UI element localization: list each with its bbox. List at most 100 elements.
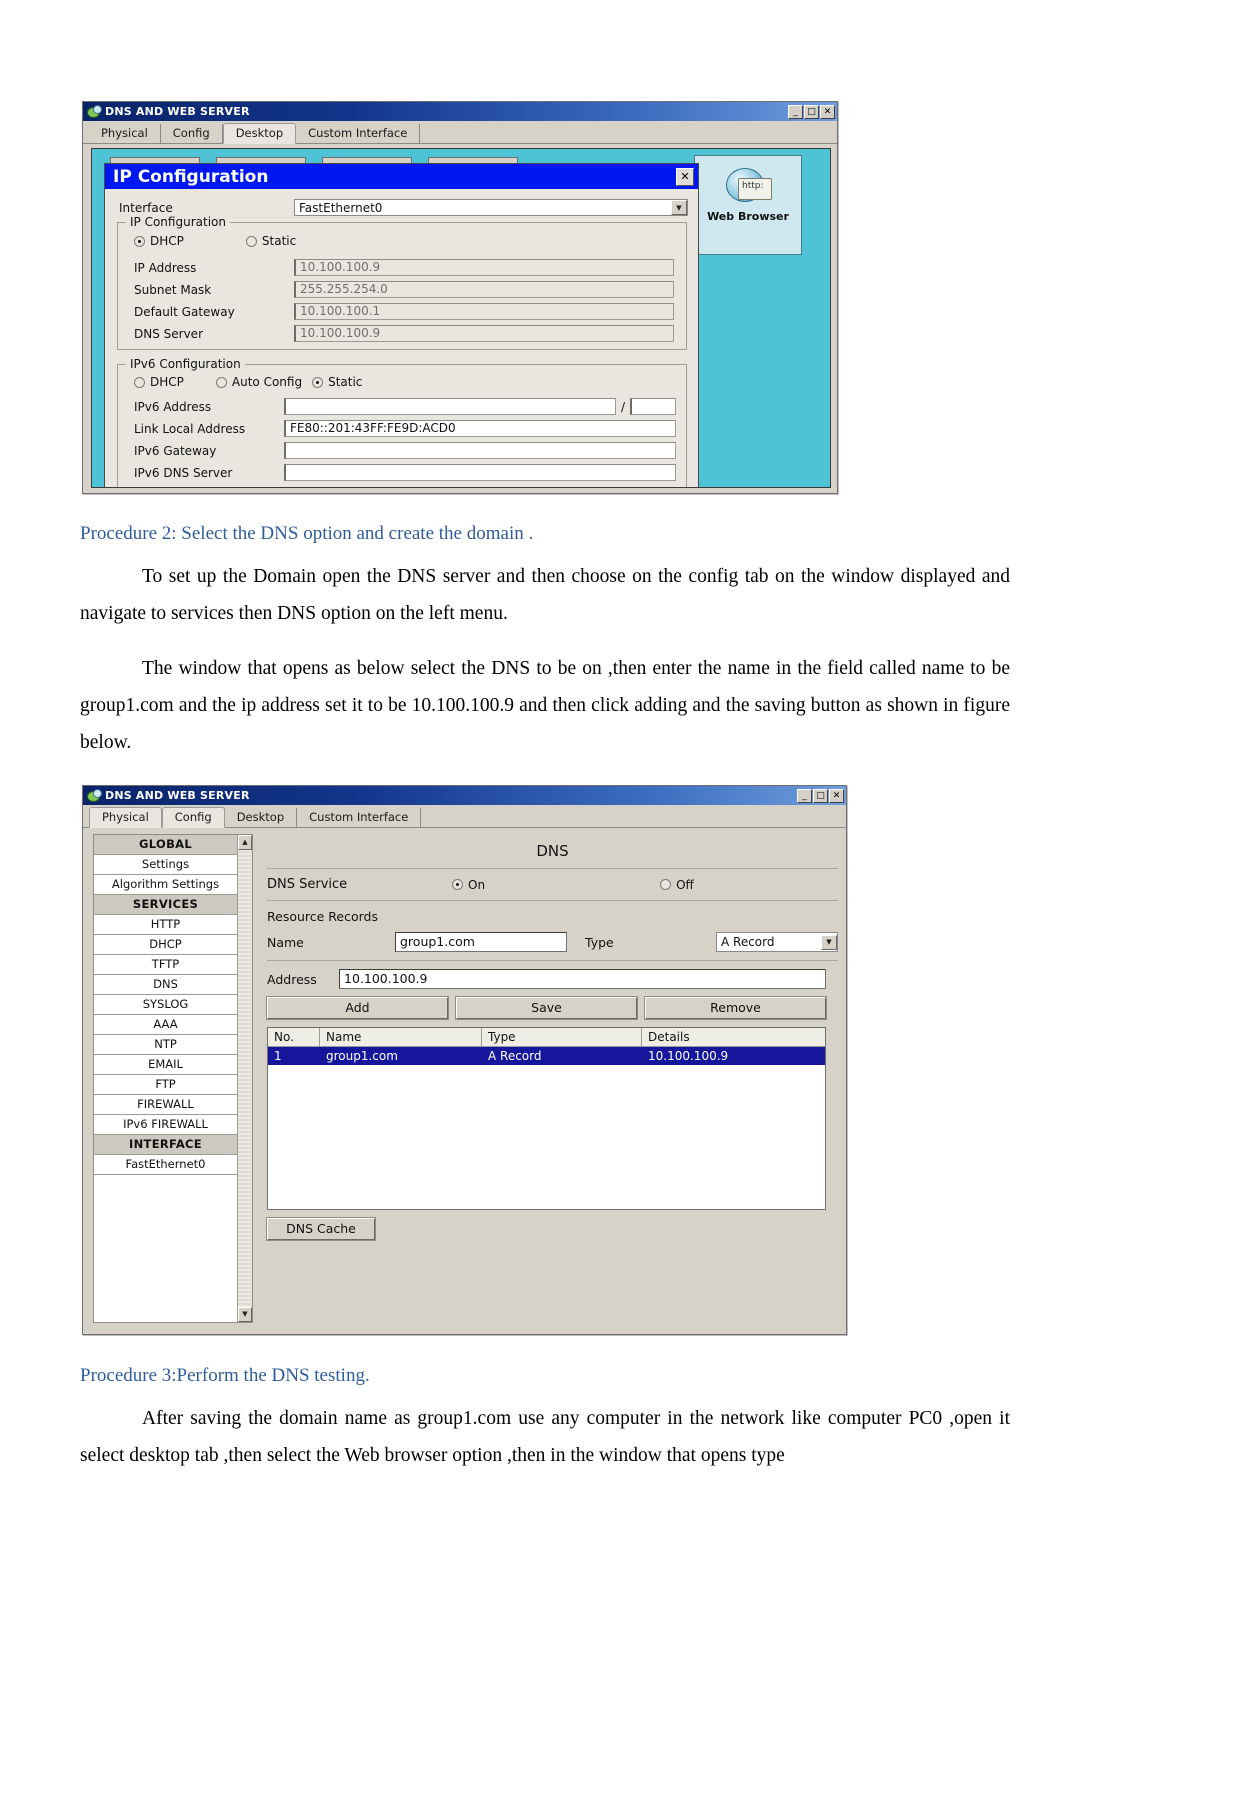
save-button[interactable]: Save	[455, 996, 638, 1020]
config-sidebar-list[interactable]: GLOBAL Settings Algorithm Settings SERVI…	[94, 835, 237, 1322]
panel-title: DNS	[536, 842, 569, 860]
sidebar-item-ntp[interactable]: NTP	[94, 1035, 237, 1055]
sidebar-item-tftp[interactable]: TFTP	[94, 955, 237, 975]
interface-row: Interface FastEthernet0 ▼	[119, 199, 688, 216]
sidebar-item-fastethernet0[interactable]: FastEthernet0	[94, 1155, 237, 1175]
dns-panel: DNS DNS Service On Off Resource Records	[266, 834, 838, 1323]
ipv6-configuration-group: IPv6 Configuration DHCP Auto Config Stat…	[117, 357, 687, 487]
column-header-no: No.	[268, 1028, 320, 1046]
ipv6-dns-server-field[interactable]	[284, 464, 676, 481]
web-browser-label: Web Browser	[707, 210, 789, 223]
ip-configuration-window[interactable]: DNS AND WEB SERVER _ □ ✕ Physical Config…	[82, 101, 838, 494]
sidebar-item-ipv6-firewall[interactable]: IPv6 FIREWALL	[94, 1115, 237, 1135]
divider	[267, 960, 838, 961]
sidebar-item-http[interactable]: HTTP	[94, 915, 237, 935]
radio-dot-icon	[134, 376, 145, 388]
scrollbar-track[interactable]	[238, 850, 252, 1307]
sidebar-item-email[interactable]: EMAIL	[94, 1055, 237, 1075]
sidebar-item-algorithm-settings[interactable]: Algorithm Settings	[94, 875, 237, 895]
radio-dot-icon	[312, 376, 324, 388]
window-titlebar[interactable]: DNS AND WEB SERVER _ □ ✕	[83, 102, 837, 121]
radio-ipv6-autoconfig[interactable]: Auto Config	[215, 375, 302, 389]
radio-dns-on[interactable]: On	[452, 878, 485, 892]
radio-ipv4-static[interactable]: Static	[245, 234, 297, 248]
window-title: DNS AND WEB SERVER	[105, 789, 250, 802]
dns-cache-button[interactable]: DNS Cache	[266, 1217, 376, 1241]
caption-buttons[interactable]: _ □ ✕	[797, 788, 844, 803]
tab-physical[interactable]: Physical	[89, 807, 162, 828]
maximize-icon[interactable]: □	[804, 104, 819, 119]
sidebar-item-syslog[interactable]: SYSLOG	[94, 995, 237, 1015]
dns-server-field[interactable]: 10.100.100.9	[294, 325, 674, 342]
radio-dns-off[interactable]: Off	[660, 878, 694, 892]
sidebar-item-ftp[interactable]: FTP	[94, 1075, 237, 1095]
tab-desktop[interactable]: Desktop	[224, 808, 298, 827]
default-gateway-field[interactable]: 10.100.100.1	[294, 303, 674, 320]
table-row[interactable]: 1 group1.com A Record 10.100.100.9	[268, 1047, 825, 1065]
ip-address-label: IP Address	[134, 260, 197, 275]
interface-select[interactable]: FastEthernet0 ▼	[294, 199, 688, 216]
caption-buttons[interactable]: _ □ ✕	[788, 104, 835, 119]
scroll-down-icon[interactable]: ▼	[238, 1307, 252, 1322]
type-value: A Record	[721, 935, 775, 949]
name-label: Name	[267, 934, 304, 950]
tab-custom-interface[interactable]: Custom Interface	[297, 808, 422, 827]
radio-ipv4-static-label: Static	[261, 234, 297, 248]
ip-configuration-dialog[interactable]: IP Configuration ✕ Interface FastEtherne…	[104, 163, 699, 487]
window-tabs[interactable]: Physical Config Desktop Custom Interface	[83, 121, 837, 144]
sidebar-item-dns[interactable]: DNS	[94, 975, 237, 995]
scroll-up-icon[interactable]: ▲	[238, 835, 252, 850]
web-browser-tile[interactable]: http: Web Browser	[694, 155, 802, 255]
cell-details: 10.100.100.9	[648, 1049, 729, 1063]
dns-config-window[interactable]: DNS AND WEB SERVER _ □ ✕ Physical Config…	[82, 785, 847, 1335]
type-select[interactable]: A Record ▼	[716, 932, 838, 952]
sidebar-scrollbar[interactable]: ▲ ▼	[237, 835, 252, 1322]
window-title: DNS AND WEB SERVER	[105, 105, 250, 118]
radio-ipv6-dhcp[interactable]: DHCP	[134, 375, 184, 389]
radio-ipv4-dhcp[interactable]: DHCP	[134, 234, 184, 248]
name-input[interactable]: group1.com	[395, 932, 567, 952]
radio-dot-icon	[452, 879, 463, 890]
sidebar-item-firewall[interactable]: FIREWALL	[94, 1095, 237, 1115]
minimize-icon[interactable]: _	[797, 788, 812, 803]
close-icon[interactable]: ✕	[829, 788, 844, 803]
ipv4-configuration-group: IP Configuration DHCP Static IP Address	[117, 215, 687, 350]
tab-custom-interface[interactable]: Custom Interface	[296, 124, 421, 143]
record-address-row: Address 10.100.100.9	[267, 969, 838, 989]
chevron-down-icon[interactable]: ▼	[821, 934, 837, 950]
procedure-2-heading: Procedure 2: Select the DNS option and c…	[80, 523, 534, 544]
tab-physical[interactable]: Physical	[89, 124, 161, 143]
sidebar-item-dhcp[interactable]: DHCP	[94, 935, 237, 955]
add-button[interactable]: Add	[266, 996, 449, 1020]
subnet-mask-field[interactable]: 255.255.254.0	[294, 281, 674, 298]
window-titlebar[interactable]: DNS AND WEB SERVER _ □ ✕	[83, 786, 846, 805]
ipv6-address-field[interactable]	[284, 398, 616, 415]
config-sidebar[interactable]: GLOBAL Settings Algorithm Settings SERVI…	[93, 834, 253, 1323]
link-local-address-label: Link Local Address	[134, 421, 246, 436]
chevron-down-icon[interactable]: ▼	[671, 200, 687, 215]
close-icon[interactable]: ✕	[820, 104, 835, 119]
globe-icon: http:	[720, 164, 776, 208]
tab-config[interactable]: Config	[160, 124, 223, 143]
ip-address-field[interactable]: 10.100.100.9	[294, 259, 674, 276]
window-tabs[interactable]: Physical Config Desktop Custom Interface	[83, 805, 846, 828]
maximize-icon[interactable]: □	[813, 788, 828, 803]
address-input[interactable]: 10.100.100.9	[339, 969, 826, 989]
ipv6-address-row: IPv6 Address /	[134, 398, 676, 415]
ipv6-prefix-field[interactable]	[630, 398, 676, 415]
ipv6-gateway-field[interactable]	[284, 442, 676, 459]
tab-desktop[interactable]: Desktop	[222, 123, 297, 144]
radio-ipv6-static[interactable]: Static	[312, 375, 362, 389]
remove-button[interactable]: Remove	[644, 996, 827, 1020]
sidebar-item-aaa[interactable]: AAA	[94, 1015, 237, 1035]
dns-service-label: DNS Service	[267, 877, 348, 892]
dialog-close-icon[interactable]: ✕	[676, 167, 694, 186]
records-table[interactable]: No. Name Type Details 1 group1.com A Rec…	[267, 1027, 826, 1210]
sidebar-item-settings[interactable]: Settings	[94, 855, 237, 875]
tab-config[interactable]: Config	[161, 807, 225, 828]
record-action-buttons[interactable]: Add Save Remove	[266, 996, 838, 1020]
dns-server-row: DNS Server 10.100.100.9	[134, 325, 674, 342]
link-local-address-field[interactable]: FE80::201:43FF:FE9D:ACD0	[284, 420, 676, 437]
record-name-row: Name group1.com Type A Record ▼	[267, 932, 838, 952]
minimize-icon[interactable]: _	[788, 104, 803, 119]
